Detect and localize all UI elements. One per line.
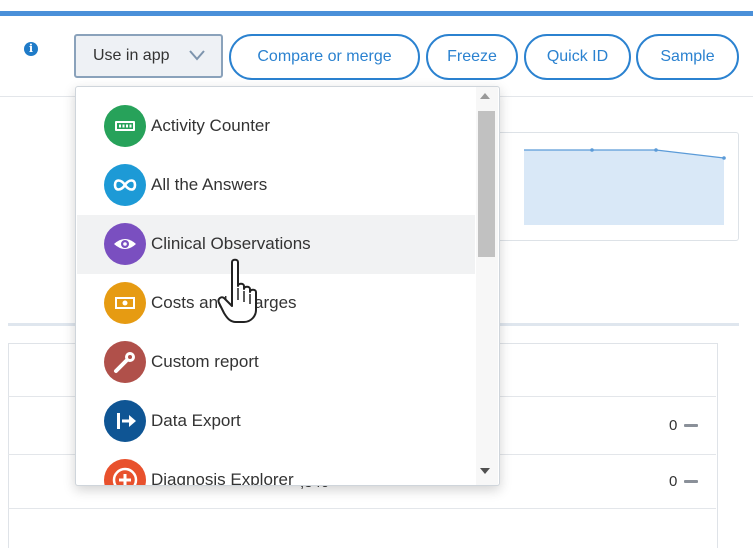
table-row-divider: [8, 508, 716, 509]
menu-item-activity-counter[interactable]: Activity Counter: [77, 97, 475, 156]
custom-report-icon: [104, 341, 146, 383]
table-cell-value: 0: [669, 417, 678, 434]
table-cell-value: 0: [669, 473, 678, 490]
trend-flat-icon: [684, 424, 698, 427]
trend-flat-icon: [684, 480, 698, 483]
plus-icon: [104, 459, 146, 485]
menu-item-label: Clinical Observations: [151, 234, 311, 253]
menu-item-diagnosis-explorer[interactable]: Diagnosis Explorer: [77, 451, 475, 486]
counter-icon: [104, 105, 146, 147]
infinity-icon: [104, 164, 146, 206]
menu-item-label: All the Answers: [151, 175, 268, 194]
sparkline-chart: [524, 148, 726, 225]
scroll-up-arrow-icon[interactable]: [480, 93, 490, 99]
menu-item-data-export[interactable]: Data Export: [77, 392, 475, 451]
sample-button[interactable]: Sample: [636, 34, 739, 80]
menu-item-label: Data Export: [151, 411, 241, 430]
hand-pointer-cursor-icon: [217, 258, 257, 323]
menu-item-costs-and-charges[interactable]: Costs and Charges: [77, 274, 475, 333]
sparkline-panel: [496, 132, 739, 241]
use-in-app-button[interactable]: Use in app: [74, 34, 223, 78]
menu-item-label: Custom report: [151, 352, 259, 371]
scroll-down-arrow-icon[interactable]: [480, 468, 490, 474]
use-in-app-dropdown[interactable]: Activity Counter All the Answers Clinica…: [75, 86, 500, 486]
eye-icon: [104, 223, 146, 265]
menu-item-label: Diagnosis Explorer: [151, 470, 294, 486]
menu-item-label: Activity Counter: [151, 116, 271, 135]
menu-item-all-the-answers[interactable]: All the Answers: [77, 156, 475, 215]
use-in-app-label: Use in app: [93, 47, 170, 64]
info-icon[interactable]: i: [24, 42, 38, 56]
quick-id-button[interactable]: Quick ID: [524, 34, 631, 80]
compare-or-merge-button[interactable]: Compare or merge: [229, 34, 420, 80]
chevron-down-icon: [189, 50, 205, 61]
menu-item-custom-report[interactable]: Custom report: [77, 333, 475, 392]
scrollbar-thumb[interactable]: [478, 111, 495, 257]
freeze-button[interactable]: Freeze: [426, 34, 518, 80]
export-icon: [104, 400, 146, 442]
money-icon: [104, 282, 146, 324]
menu-item-clinical-observations[interactable]: Clinical Observations: [77, 215, 475, 274]
